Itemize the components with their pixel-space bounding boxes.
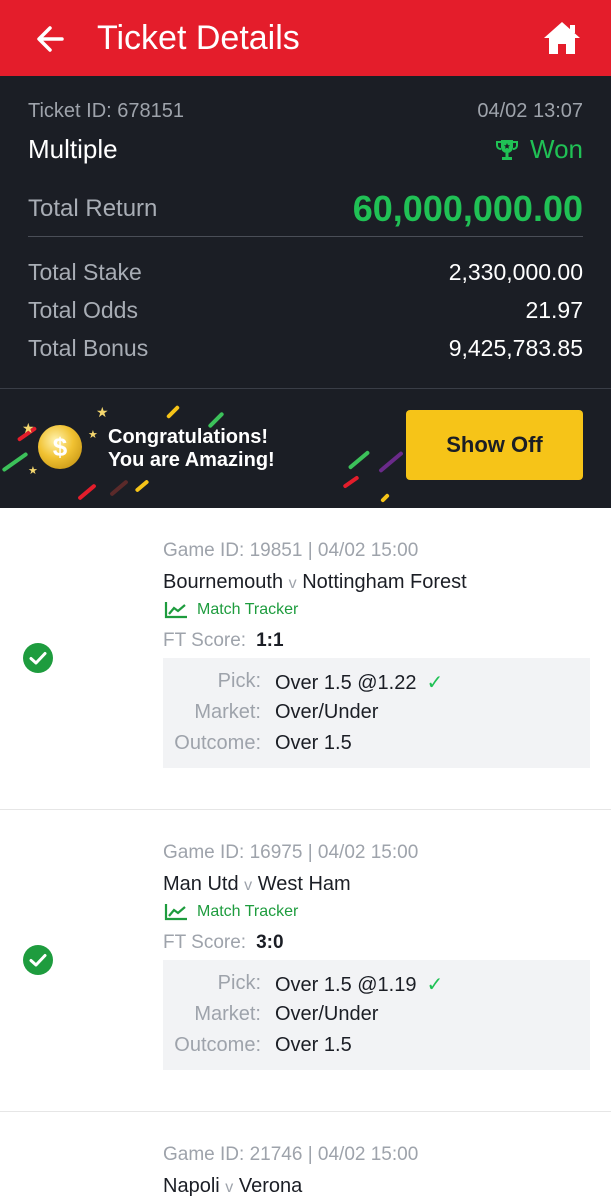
outcome-value: Over 1.5 bbox=[275, 732, 352, 754]
chart-line-icon bbox=[164, 602, 187, 619]
market-label: Market: bbox=[194, 701, 261, 723]
ft-score-value: 1:1 bbox=[256, 630, 284, 651]
coin-icon: $ bbox=[38, 425, 82, 469]
ticket-date: 04/02 13:07 bbox=[477, 100, 583, 122]
pick-value: Over 1.5 @1.19 ✓ bbox=[275, 972, 443, 997]
congrats-line-2: You are Amazing! bbox=[108, 449, 275, 471]
market-label: Market: bbox=[194, 1003, 261, 1025]
match-tracker-link[interactable]: Match Tracker bbox=[163, 902, 298, 922]
away-team: Verona bbox=[238, 1175, 303, 1197]
total-bonus-label: Total Bonus bbox=[28, 335, 149, 361]
versus-label: v bbox=[225, 1179, 234, 1196]
pick-label: Pick: bbox=[217, 670, 261, 692]
trophy-icon bbox=[496, 139, 518, 160]
ft-score-label: FT Score: bbox=[163, 630, 247, 651]
pick-label: Pick: bbox=[217, 972, 261, 994]
match-teams: Bournemouth v Nottingham Forest bbox=[163, 571, 467, 594]
star-icon: ★ bbox=[28, 465, 38, 477]
pick-value: Over 1.5 @1.22 ✓ bbox=[275, 670, 443, 695]
star-icon: ★ bbox=[96, 404, 109, 420]
total-odds-label: Total Odds bbox=[28, 297, 138, 323]
pick-text: Over 1.5 @1.22 bbox=[275, 672, 417, 694]
star-icon: ★ bbox=[88, 429, 98, 441]
home-icon bbox=[544, 22, 580, 54]
check-icon: ✓ bbox=[426, 974, 444, 996]
match-tracker-label: Match Tracker bbox=[197, 903, 299, 920]
total-return-value: 60,000,000.00 bbox=[352, 188, 583, 229]
versus-label: v bbox=[244, 877, 253, 894]
status-text: Won bbox=[530, 134, 583, 164]
ticket-id: Ticket ID: 678151 bbox=[28, 100, 185, 122]
back-button[interactable] bbox=[30, 20, 70, 58]
game-id: Game ID: 19851 | 04/02 15:00 bbox=[163, 540, 419, 561]
congrats-line-1: Congratulations! bbox=[108, 426, 268, 448]
app-header: Ticket Details bbox=[0, 0, 611, 76]
pick-details: Pick: Over 1.5 @1.22 ✓ Market: Over/Under… bbox=[163, 658, 590, 768]
ft-score: FT Score: 3:0 bbox=[163, 932, 284, 954]
game-id: Game ID: 16975 | 04/02 15:00 bbox=[163, 842, 419, 863]
game-id: Game ID: 21746 | 04/02 15:00 bbox=[163, 1144, 419, 1165]
total-stake-value: 2,330,000.00 bbox=[448, 259, 583, 285]
page-title: Ticket Details bbox=[97, 19, 300, 57]
market-value: Over/Under bbox=[275, 1003, 379, 1025]
total-stake-label: Total Stake bbox=[28, 259, 142, 285]
match-teams: Napoli v Verona bbox=[163, 1175, 302, 1198]
match-teams: Man Utd v West Ham bbox=[163, 873, 351, 896]
congrats-text: Congratulations! You are Amazing! bbox=[108, 426, 275, 472]
away-team: West Ham bbox=[257, 873, 351, 895]
star-icon: ★ bbox=[22, 420, 35, 436]
outcome-label: Outcome: bbox=[174, 1034, 261, 1056]
outcome-label: Outcome: bbox=[174, 732, 261, 754]
check-circle-icon bbox=[23, 643, 53, 673]
total-bonus-value: 9,425,783.85 bbox=[448, 335, 583, 361]
total-return-label: Total Return bbox=[28, 195, 158, 222]
check-circle-icon bbox=[23, 945, 53, 975]
home-button[interactable] bbox=[540, 18, 584, 58]
home-team: Bournemouth bbox=[163, 571, 284, 593]
ticket-type: Multiple bbox=[28, 134, 118, 164]
ft-score-value: 3:0 bbox=[256, 932, 284, 953]
versus-label: v bbox=[288, 575, 297, 592]
home-team: Napoli bbox=[163, 1175, 220, 1197]
pick-details: Pick: Over 1.5 @1.19 ✓ Market: Over/Under… bbox=[163, 960, 590, 1070]
pick-text: Over 1.5 @1.19 bbox=[275, 974, 417, 996]
check-icon: ✓ bbox=[426, 672, 444, 694]
status-badge: Won bbox=[494, 134, 583, 165]
arrow-left-icon bbox=[37, 26, 64, 52]
ft-score: FT Score: 1:1 bbox=[163, 630, 284, 652]
total-odds-value: 21.97 bbox=[525, 297, 583, 323]
market-value: Over/Under bbox=[275, 701, 379, 723]
ft-score-label: FT Score: bbox=[163, 932, 247, 953]
away-team: Nottingham Forest bbox=[302, 571, 467, 593]
chart-line-icon bbox=[164, 904, 187, 921]
match-tracker-label: Match Tracker bbox=[197, 601, 299, 618]
match-tracker-link[interactable]: Match Tracker bbox=[163, 600, 298, 620]
show-off-button[interactable]: Show Off bbox=[406, 410, 583, 480]
outcome-value: Over 1.5 bbox=[275, 1034, 352, 1056]
divider bbox=[28, 236, 583, 237]
home-team: Man Utd bbox=[163, 873, 239, 895]
